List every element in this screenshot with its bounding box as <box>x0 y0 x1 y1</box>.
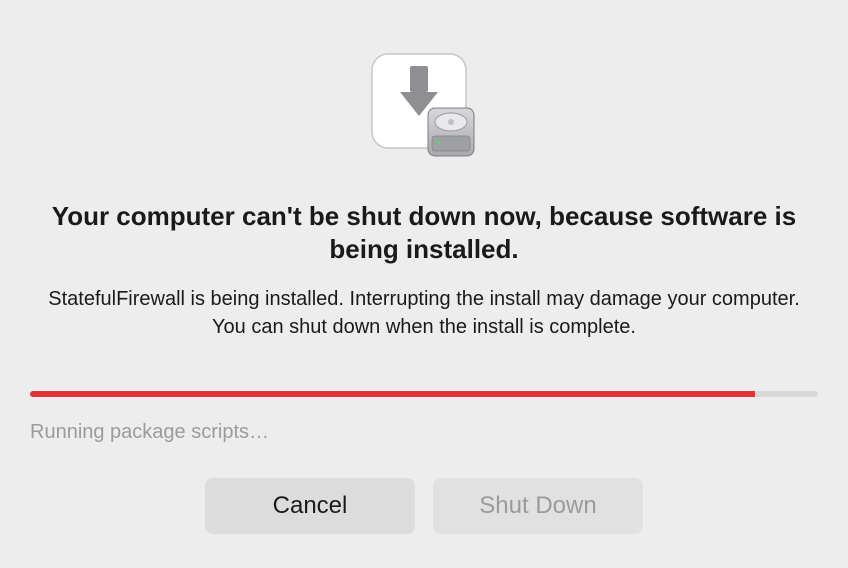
status-text: Running package scripts… <box>30 421 818 444</box>
progress-bar <box>30 391 818 397</box>
button-row: Cancel Shut Down <box>205 478 643 534</box>
installer-icon <box>366 48 482 164</box>
shutdown-button: Shut Down <box>433 478 643 534</box>
dialog-title: Your computer can't be shut down now, be… <box>0 200 848 265</box>
progress-fill <box>30 391 755 397</box>
cancel-button[interactable]: Cancel <box>205 478 415 534</box>
dialog-subtitle: StatefulFirewall is being installed. Int… <box>0 285 848 341</box>
